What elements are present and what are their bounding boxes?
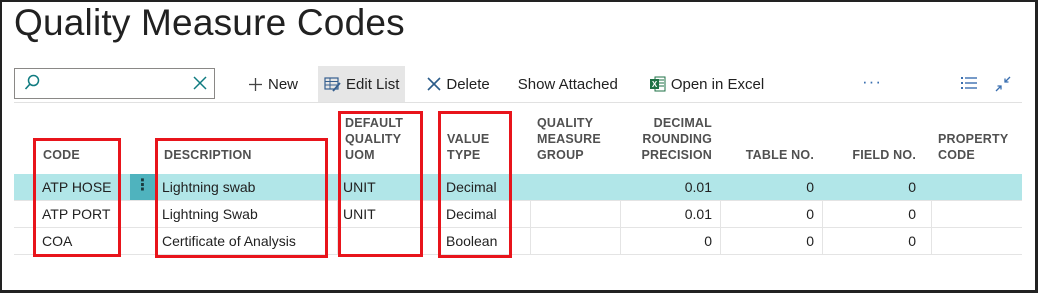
collapse-icon[interactable] <box>995 76 1011 92</box>
column-header-property-code[interactable]: PROPERTY CODE <box>938 131 1008 163</box>
column-divider <box>530 228 531 255</box>
close-icon[interactable] <box>192 75 208 91</box>
column-divider <box>620 228 621 255</box>
cell-rounding-precision[interactable]: 0.01 <box>624 174 712 200</box>
edit-list-button[interactable]: Edit List <box>318 66 406 102</box>
column-divider <box>931 228 932 255</box>
highlight-box-description-column <box>155 138 328 258</box>
column-header-field-no[interactable]: FIELD NO. <box>834 147 916 163</box>
new-button[interactable]: New <box>240 66 306 102</box>
column-divider <box>822 228 823 255</box>
highlight-box-uom-column <box>338 111 423 257</box>
cell-rounding-precision[interactable]: 0.01 <box>624 201 712 227</box>
edit-list-icon <box>324 76 341 92</box>
column-divider <box>822 201 823 228</box>
highlight-box-value-type-column <box>438 111 512 258</box>
delete-label: Delete <box>446 75 490 93</box>
column-header-table-no[interactable]: TABLE NO. <box>730 147 814 163</box>
open-in-excel-label: Open in Excel <box>670 75 765 93</box>
more-options-button[interactable]: ··· <box>862 72 882 92</box>
action-bar: New Edit List Delete Show Attached X Ope… <box>240 66 772 102</box>
column-divider <box>720 228 721 255</box>
highlight-box-code-column <box>33 138 121 257</box>
search-icon <box>24 74 40 90</box>
row-actions-menu-button[interactable]: ⋮ <box>130 174 155 200</box>
svg-text:X: X <box>652 80 658 89</box>
toolbar-divider <box>14 102 1022 103</box>
new-label: New <box>268 75 299 93</box>
cell-field-no[interactable]: 0 <box>826 174 916 200</box>
cell-table-no[interactable]: 0 <box>724 201 814 227</box>
cell-rounding-precision[interactable]: 0 <box>624 228 712 254</box>
page-title: Quality Measure Codes <box>14 2 405 43</box>
search-box[interactable] <box>14 68 215 99</box>
column-divider <box>931 201 932 228</box>
column-header-measure-group[interactable]: QUALITY MEASURE GROUP <box>537 115 601 163</box>
cell-table-no[interactable]: 0 <box>724 174 814 200</box>
delete-icon <box>427 77 441 91</box>
edit-list-label: Edit List <box>346 75 400 93</box>
column-header-rounding-precision[interactable]: DECIMAL ROUNDING PRECISION <box>632 115 712 163</box>
open-in-excel-button[interactable]: X Open in Excel <box>642 66 772 102</box>
delete-button[interactable]: Delete <box>419 66 497 102</box>
list-view-icon[interactable] <box>961 76 977 90</box>
excel-icon: X <box>649 76 666 92</box>
cell-field-no[interactable]: 0 <box>826 228 916 254</box>
plus-icon <box>248 77 263 92</box>
cell-table-no[interactable]: 0 <box>724 228 814 254</box>
show-attached-label: Show Attached <box>517 75 618 93</box>
search-input[interactable] <box>47 73 187 95</box>
column-divider <box>620 201 621 228</box>
column-divider <box>720 201 721 228</box>
show-attached-button[interactable]: Show Attached <box>510 66 626 102</box>
column-divider <box>530 201 531 228</box>
cell-field-no[interactable]: 0 <box>826 201 916 227</box>
